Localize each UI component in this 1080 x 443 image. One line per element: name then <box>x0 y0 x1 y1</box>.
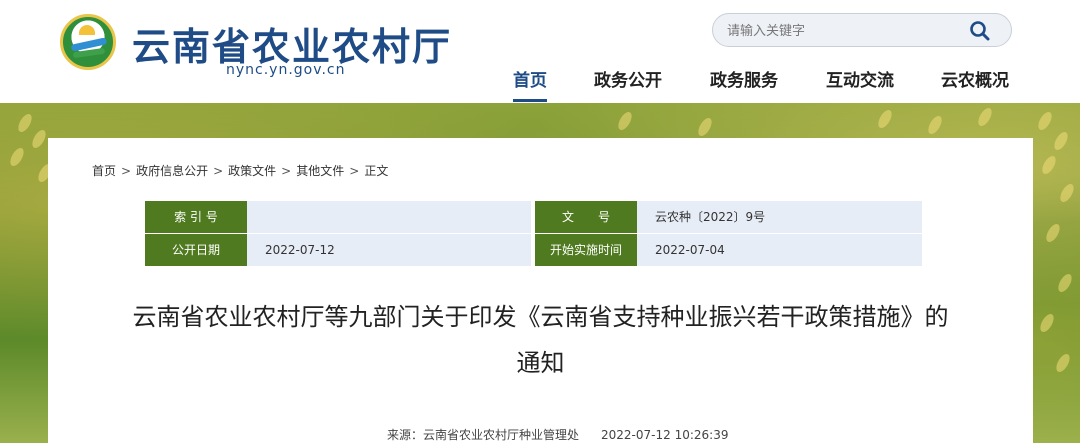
document-datetime: 2022-07-12 10:26:39 <box>601 428 729 442</box>
publish-date-value: 2022-07-12 <box>247 234 531 266</box>
breadcrumb-separator: > <box>121 164 132 178</box>
site-header: 云南省农业农村厅 nync.yn.gov.cn 首页 政务公开 政务服务 互动交… <box>0 0 1080 103</box>
nav-item-home[interactable]: 首页 <box>513 66 547 102</box>
document-title: 云南省农业农村厅等九部门关于印发《云南省支持种业振兴若干政策措施》的通知 <box>132 303 949 377</box>
nav-item-gov-info[interactable]: 政务公开 <box>594 66 662 102</box>
nav-active-indicator <box>513 99 547 102</box>
effective-date-label: 开始实施时间 <box>535 234 637 266</box>
nav-item-label: 首页 <box>513 71 547 91</box>
doc-no-label: 文 号 <box>535 201 637 233</box>
index-no-value <box>247 201 531 233</box>
content-card: 首页 > 政府信息公开 > 政策文件 > 其他文件 > 正文 索 引 号 文 号 云农种〔202… <box>48 138 1033 443</box>
search-icon[interactable] <box>969 20 991 42</box>
site-logo-icon[interactable] <box>60 14 116 70</box>
breadcrumb-home[interactable]: 首页 <box>92 164 116 178</box>
search-box <box>712 13 1012 47</box>
nav-item-overview[interactable]: 云农概况 <box>941 66 1009 102</box>
breadcrumb-current: 正文 <box>364 164 389 178</box>
effective-date-value: 2022-07-04 <box>637 234 922 266</box>
site-domain: nync.yn.gov.cn <box>226 62 346 78</box>
nav-item-label: 云农概况 <box>941 71 1009 91</box>
breadcrumb-separator: > <box>281 164 292 178</box>
breadcrumb-gov-info[interactable]: 政府信息公开 <box>136 164 208 178</box>
nav-item-label: 政务公开 <box>594 71 662 91</box>
index-no-label: 索 引 号 <box>145 201 247 233</box>
breadcrumb-separator: > <box>213 164 224 178</box>
document-source: 来源：云南省农业农村厅种业管理处 <box>387 428 580 442</box>
doc-no-value: 云农种〔2022〕9号 <box>637 201 922 233</box>
nav-item-gov-services[interactable]: 政务服务 <box>710 66 778 102</box>
nav-item-label: 互动交流 <box>826 71 894 91</box>
breadcrumb-separator: > <box>349 164 360 178</box>
document-info: 来源：云南省农业农村厅种业管理处 2022-07-12 10:26:39 <box>387 426 728 443</box>
breadcrumb: 首页 > 政府信息公开 > 政策文件 > 其他文件 > 正文 <box>92 162 388 179</box>
document-meta-table: 索 引 号 文 号 云农种〔2022〕9号 公开日期 2022-07-12 开始… <box>145 201 922 267</box>
search-input[interactable] <box>727 20 957 42</box>
nav-item-label: 政务服务 <box>710 71 778 91</box>
breadcrumb-policy-docs[interactable]: 政策文件 <box>228 164 276 178</box>
meta-row: 索 引 号 文 号 云农种〔2022〕9号 <box>145 201 922 233</box>
publish-date-label: 公开日期 <box>145 234 247 266</box>
meta-row: 公开日期 2022-07-12 开始实施时间 2022-07-04 <box>145 234 922 266</box>
breadcrumb-other-docs[interactable]: 其他文件 <box>296 164 344 178</box>
nav-item-interaction[interactable]: 互动交流 <box>826 66 894 102</box>
